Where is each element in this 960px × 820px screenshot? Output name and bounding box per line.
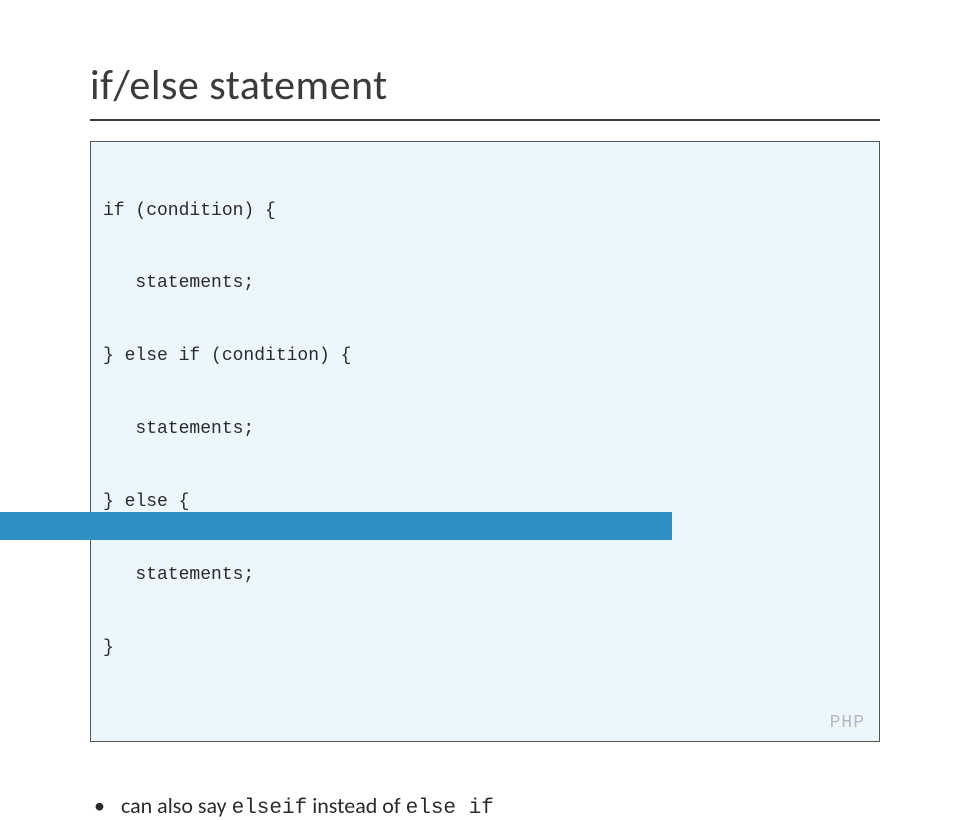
slide: if/else statement if (condition) { state… [0,0,960,820]
bullet-prefix: can also say [121,792,232,819]
code-inline: else if [406,797,494,820]
bullet-text: can also say elseif instead of else if [121,792,494,820]
code-inline: elseif [232,797,308,820]
bullet-marker: • [94,792,105,819]
code-line: statements; [103,271,867,295]
footer-accent-bar [0,512,672,540]
code-line: if (condition) { [103,199,867,223]
code-line: statements; [103,417,867,441]
code-line: } [103,636,867,660]
language-tag: PHP [830,711,865,735]
code-line: } else { [103,490,867,514]
code-line: statements; [103,563,867,587]
slide-title: if/else statement [90,60,880,121]
code-line: } else if (condition) { [103,344,867,368]
code-block: if (condition) { statements; } else if (… [90,141,880,742]
bullet-mid: instead of [307,792,405,819]
bullet-item: • can also say elseif instead of else if [90,792,880,820]
